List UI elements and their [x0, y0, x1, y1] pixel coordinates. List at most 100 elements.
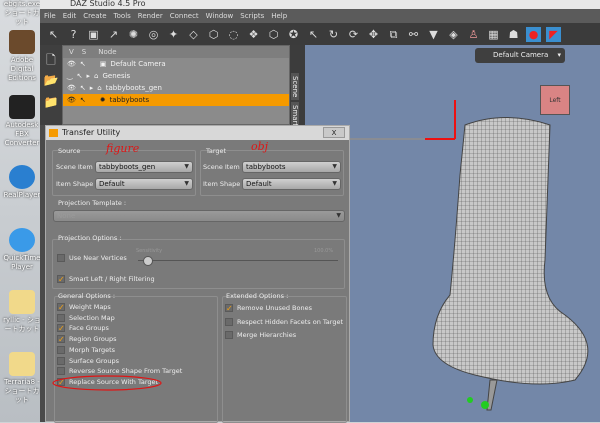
check-icon[interactable]: ✓ [57, 303, 65, 312]
create-primitive-icon[interactable]: ◇ [186, 27, 201, 42]
option-checkbox[interactable]: Morph Targets [57, 345, 115, 355]
checkbox-box[interactable] [57, 356, 65, 365]
option-checkbox[interactable]: Surface Groups [57, 356, 119, 366]
create-distant-light-icon[interactable]: ✦ [166, 27, 181, 42]
expand-icon[interactable]: ▸ [90, 84, 94, 92]
figure-icon[interactable]: ♙ [466, 27, 481, 42]
desktop-shortcut[interactable]: QuickTime Player [2, 228, 42, 272]
scene-row[interactable]: ‿ ↖ ▸ ⌂ Genesis [63, 70, 289, 82]
menu-help[interactable]: Help [271, 12, 287, 20]
use-near-vertices-checkbox[interactable]: Use Near Vertices [57, 253, 127, 263]
scene-row-selected[interactable]: 👁 ↖ ✹ tabbyboots [63, 94, 289, 106]
check-icon[interactable]: ✓ [57, 335, 65, 344]
option-checkbox[interactable]: ✓ Face Groups [57, 323, 109, 333]
create-spotlight-icon[interactable]: ◎ [146, 27, 161, 42]
view-cube[interactable]: Left [540, 85, 570, 115]
menu-render[interactable]: Render [138, 12, 163, 20]
render-figure-icon[interactable]: ☗ [506, 27, 521, 42]
desktop-shortcut[interactable]: ebgits.exe ショートカット [2, 0, 42, 27]
joint-editor-icon[interactable]: ⚯ [406, 27, 421, 42]
translate-tool-icon[interactable]: ✥ [366, 27, 381, 42]
expand-icon[interactable]: ▸ [87, 72, 91, 80]
target-item-shape-select[interactable]: Default ▼ [242, 178, 341, 190]
checkbox-box[interactable] [57, 345, 65, 354]
window-title: DAZ Studio 4.5 Pro [40, 0, 600, 9]
chevron-down-icon: ▼ [184, 180, 189, 187]
red-circle-annotation [52, 375, 162, 391]
desktop-shortcut[interactable]: Adobe Digital Editions [2, 30, 42, 83]
option-checkbox[interactable]: Respect Hidden Facets on Target [225, 317, 343, 327]
tab-scene[interactable]: Scene [291, 73, 299, 101]
camera-selector[interactable]: Default Camera ▾ [475, 48, 565, 63]
eye-icon[interactable]: 👁 [67, 84, 76, 92]
select-icon[interactable]: ↖ [77, 72, 83, 80]
create-light-icon[interactable]: ↗ [106, 27, 121, 42]
check-icon[interactable]: ✓ [57, 275, 65, 284]
eye-icon[interactable]: 👁 [67, 96, 76, 104]
surface-selection-icon[interactable]: ◈ [446, 27, 461, 42]
select-icon[interactable]: ↖ [80, 96, 86, 104]
create-group-icon[interactable]: ❖ [246, 27, 261, 42]
projection-template-select[interactable]: None ▼ [53, 210, 345, 222]
desktop-shortcut[interactable]: Terraria8 - ショートカット [2, 352, 42, 405]
source-item-shape-select[interactable]: Default ▼ [95, 178, 193, 190]
create-figure-icon[interactable]: ✪ [286, 27, 301, 42]
check-icon[interactable]: ✓ [57, 324, 65, 333]
select-tool-icon[interactable]: ↖ [306, 27, 321, 42]
create-camera-icon[interactable]: ▣ [86, 27, 101, 42]
new-file-icon[interactable]: 🗋 [43, 51, 59, 67]
rotate-tool-icon[interactable]: ↻ [326, 27, 341, 42]
smart-filtering-checkbox[interactable]: ✓ Smart Left / Right Filtering [57, 274, 155, 284]
open-folder-icon[interactable]: 📂 [43, 73, 59, 89]
select-icon[interactable]: ↖ [80, 84, 86, 92]
merge-folder-icon[interactable]: 📁 [43, 95, 59, 111]
menu-create[interactable]: Create [83, 12, 106, 20]
desktop-shortcut[interactable]: ryllic - ショートカット [2, 290, 42, 334]
eye-icon[interactable]: 👁 [67, 60, 76, 68]
checkbox-box[interactable] [57, 254, 65, 262]
menu-file[interactable]: File [44, 12, 56, 20]
scene-row[interactable]: 👁 ↖ ▸ ⌂ tabbyboots_gen [63, 82, 289, 94]
scale-tool-icon[interactable]: ⧉ [386, 27, 401, 42]
close-button[interactable]: X [323, 127, 345, 138]
menu-connect[interactable]: Connect [170, 12, 199, 20]
eye-icon[interactable]: ‿ [67, 72, 73, 80]
checkbox-box[interactable] [57, 313, 65, 322]
menu-scripts[interactable]: Scripts [240, 12, 264, 20]
create-node-icon[interactable]: ⬡ [206, 27, 221, 42]
side-tab-strip: Scene Smart [290, 45, 305, 130]
create-bone-icon[interactable]: ⬡ [266, 27, 281, 42]
menu-tools[interactable]: Tools [114, 12, 131, 20]
option-checkbox[interactable]: Merge Hierarchies [225, 330, 296, 340]
option-checkbox[interactable]: ✓ Remove Unused Bones [225, 303, 312, 313]
create-null-icon[interactable]: ◌ [226, 27, 241, 42]
desktop-shortcut[interactable]: Autodesk FBX Converter [2, 95, 42, 148]
render-settings-icon[interactable]: ▦ [486, 27, 501, 42]
checkbox-box[interactable] [225, 331, 233, 339]
sensitivity-slider-track[interactable] [138, 260, 338, 261]
chevron-down-icon: ▼ [332, 163, 337, 170]
menu-edit[interactable]: Edit [63, 12, 77, 20]
help-icon[interactable]: ? [66, 27, 81, 42]
target-scene-item-select[interactable]: tabbyboots ▼ [242, 161, 341, 173]
option-checkbox[interactable]: Selection Map [57, 313, 115, 323]
render-album-icon[interactable]: ◤ [546, 26, 561, 42]
sensitivity-slider-handle[interactable] [143, 256, 153, 266]
extended-options-group [222, 296, 347, 423]
source-scene-item-select[interactable]: tabbyboots_gen ▼ [95, 161, 193, 173]
option-checkbox[interactable]: ✓ Region Groups [57, 334, 117, 344]
desktop-shortcut[interactable]: RealPlayer [2, 165, 42, 200]
option-checkbox[interactable]: ✓ Weight Maps [57, 302, 111, 312]
folder-icon [9, 352, 35, 376]
check-icon[interactable]: ✓ [225, 304, 233, 313]
whats-this-icon[interactable]: ↖ [46, 27, 61, 42]
checkbox-box[interactable] [225, 317, 233, 326]
autodesk-icon [9, 95, 35, 119]
select-icon[interactable]: ↖ [80, 60, 86, 68]
menu-window[interactable]: Window [206, 12, 234, 20]
geometry-editor-icon[interactable]: ▼ [426, 27, 441, 42]
create-pointlight-icon[interactable]: ✺ [126, 27, 141, 42]
scene-row[interactable]: 👁 ↖ ▣ Default Camera [63, 58, 289, 70]
universal-tool-icon[interactable]: ⟳ [346, 27, 361, 42]
render-icon[interactable]: ● [526, 26, 541, 42]
